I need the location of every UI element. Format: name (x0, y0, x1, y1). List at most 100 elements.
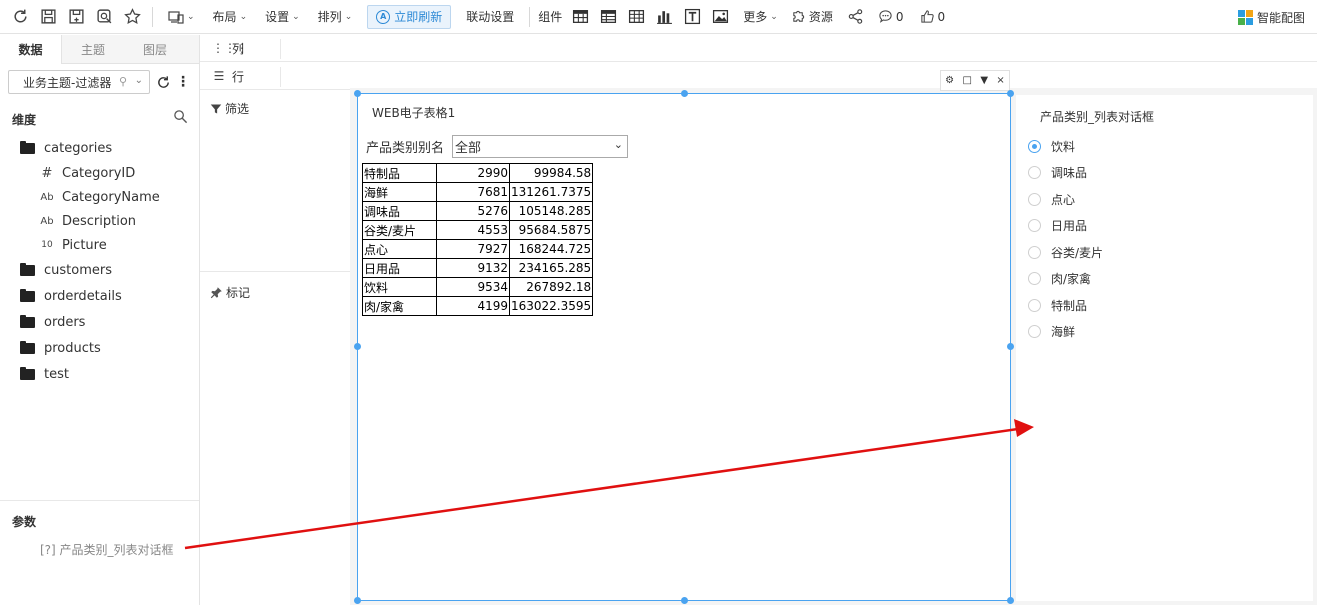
favorite-star-icon[interactable] (118, 3, 146, 31)
radio-option[interactable]: 调味品 (1028, 163, 1087, 181)
linkage-settings-button[interactable]: 联动设置 (457, 3, 523, 31)
tree-folder-products[interactable]: products (0, 335, 199, 361)
mark-shelf[interactable]: 标记 (210, 284, 250, 301)
table-cell[interactable]: 267892.18 (508, 277, 594, 297)
linkage-settings-label: 联动设置 (466, 10, 515, 24)
resize-handle[interactable] (354, 343, 361, 350)
table-cell[interactable]: 95684.5875 (508, 220, 594, 240)
thumbs-up-icon (920, 10, 934, 23)
refresh-now-button[interactable]: A 立即刷新 (367, 4, 452, 29)
category-filter-select[interactable]: 全部 ⌄ (452, 135, 629, 158)
table-cell[interactable]: 谷类/麦片 (362, 220, 437, 240)
tree-folder-test[interactable]: test (0, 361, 199, 387)
tab-layers[interactable]: 图层 (124, 35, 186, 64)
business-theme-select[interactable]: 业务主题-过滤器 ⚲ ⌄ (8, 70, 150, 94)
close-icon[interactable]: × (996, 75, 1004, 86)
table-cell[interactable]: 9132 (436, 258, 510, 278)
text-component-icon[interactable] (678, 3, 706, 31)
table-cell[interactable]: 日用品 (362, 258, 437, 278)
table-cell[interactable]: 4553 (436, 220, 510, 240)
dropdown-arrow-icon[interactable]: ▼ (980, 75, 988, 86)
tree-field-categoryname[interactable]: Ab CategoryName (0, 185, 199, 209)
columns-shelf[interactable]: ⋮⋮⋮ 列 (200, 35, 1317, 62)
save-as-icon[interactable] (62, 3, 90, 31)
settings-menu[interactable]: 设置 ⌄ (256, 3, 309, 31)
table-cell[interactable]: 7681 (436, 182, 510, 202)
chevron-down-icon: ⌄ (770, 11, 778, 22)
radio-option[interactable]: 谷类/麦片 (1028, 243, 1103, 261)
category-filter-label: 产品类别别名 (366, 141, 445, 156)
refresh-icon[interactable] (6, 3, 34, 31)
filter-shelf[interactable]: 筛选 (210, 100, 249, 117)
table-cell[interactable]: 168244.725 (508, 239, 594, 259)
tree-item-label: Description (62, 213, 137, 229)
refresh-data-icon[interactable] (154, 70, 172, 94)
resize-handle[interactable] (1007, 597, 1014, 604)
smart-chart-button[interactable]: 智能配图 (1237, 0, 1305, 34)
radio-option[interactable]: 肉/家禽 (1028, 269, 1091, 287)
layout-menu[interactable]: 布局 ⌄ (204, 3, 257, 31)
table-cell[interactable]: 饮料 (362, 277, 437, 297)
table-cell[interactable]: 4199 (436, 296, 510, 316)
table-cell[interactable]: 105148.285 (508, 201, 594, 221)
table-cell[interactable]: 99984.58 (508, 163, 594, 183)
tab-data[interactable]: 数据 (0, 35, 62, 64)
tree-folder-customers[interactable]: customers (0, 257, 199, 283)
tree-item-label: Picture (62, 237, 107, 253)
search-icon[interactable] (173, 109, 189, 125)
tree-item-label: test (44, 366, 69, 382)
radio-unchecked-icon (1028, 245, 1041, 259)
resize-handle[interactable] (681, 90, 688, 97)
table-cell[interactable]: 海鲜 (362, 182, 437, 202)
comments-button[interactable]: 0 (870, 3, 912, 31)
radio-option[interactable]: 特制品 (1028, 296, 1087, 314)
rows-shelf[interactable]: ☰ 行 (200, 63, 1317, 90)
resize-handle[interactable] (354, 597, 361, 604)
radio-option[interactable]: 日用品 (1028, 216, 1087, 234)
radio-option[interactable]: 海鲜 (1028, 322, 1075, 340)
parameter-item[interactable]: [?] 产品类别_列表对话框 (40, 541, 174, 558)
resize-handle[interactable] (354, 90, 361, 97)
resize-handle[interactable] (1007, 343, 1014, 350)
tree-field-categoryid[interactable]: # CategoryID (0, 161, 199, 185)
like-button[interactable]: 0 (912, 3, 954, 31)
tree-folder-categories[interactable]: categories (0, 135, 199, 161)
resources-button[interactable]: 资源 (787, 3, 842, 31)
arrange-menu[interactable]: 排列 ⌄ (309, 3, 362, 31)
table-cell[interactable]: 131261.7375 (508, 182, 594, 202)
radio-option[interactable]: 饮料 (1028, 137, 1075, 155)
table-cell[interactable]: 234165.285 (508, 258, 594, 278)
bar-chart-component-icon[interactable] (650, 3, 678, 31)
tab-theme[interactable]: 主题 (62, 35, 124, 64)
table-cell[interactable]: 调味品 (362, 201, 437, 221)
radio-option[interactable]: 点心 (1028, 190, 1075, 208)
maximize-icon[interactable]: □ (963, 75, 972, 86)
tree-folder-orders[interactable]: orders (0, 309, 199, 335)
crosstab-component-icon[interactable] (594, 3, 622, 31)
table-component-icon[interactable] (566, 3, 594, 31)
tree-field-picture[interactable]: 10 Picture (0, 233, 199, 257)
table-cell[interactable]: 肉/家禽 (362, 296, 437, 316)
tree-field-description[interactable]: Ab Description (0, 209, 199, 233)
grid-table-component-icon[interactable] (622, 3, 650, 31)
settings-gear-icon[interactable]: ⚙ (945, 75, 954, 86)
resize-handle[interactable] (681, 597, 688, 604)
table-cell[interactable]: 5276 (436, 201, 510, 221)
resize-handle[interactable] (1007, 90, 1014, 97)
tree-folder-orderdetails[interactable]: orderdetails (0, 283, 199, 309)
more-vertical-icon[interactable]: ⋮ (174, 70, 192, 94)
preview-icon[interactable] (90, 3, 118, 31)
save-icon[interactable] (34, 3, 62, 31)
folder-icon (20, 340, 35, 354)
share-icon[interactable] (842, 3, 870, 31)
table-cell[interactable]: 163022.3595 (508, 296, 594, 316)
table-cell[interactable]: 7927 (436, 239, 510, 259)
table-cell[interactable]: 9534 (436, 277, 510, 297)
image-component-icon[interactable] (706, 3, 734, 31)
table-cell[interactable]: 特制品 (362, 163, 437, 183)
table-cell[interactable]: 点心 (362, 239, 437, 259)
web-spreadsheet-component[interactable]: WEB电子表格1 产品类别别名 全部 ⌄ 特制品 2990 99984.58 海… (357, 93, 1011, 601)
device-menu[interactable]: ⌄ (159, 3, 204, 31)
table-cell[interactable]: 2990 (436, 163, 510, 183)
more-menu[interactable]: 更多 ⌄ (734, 3, 787, 31)
